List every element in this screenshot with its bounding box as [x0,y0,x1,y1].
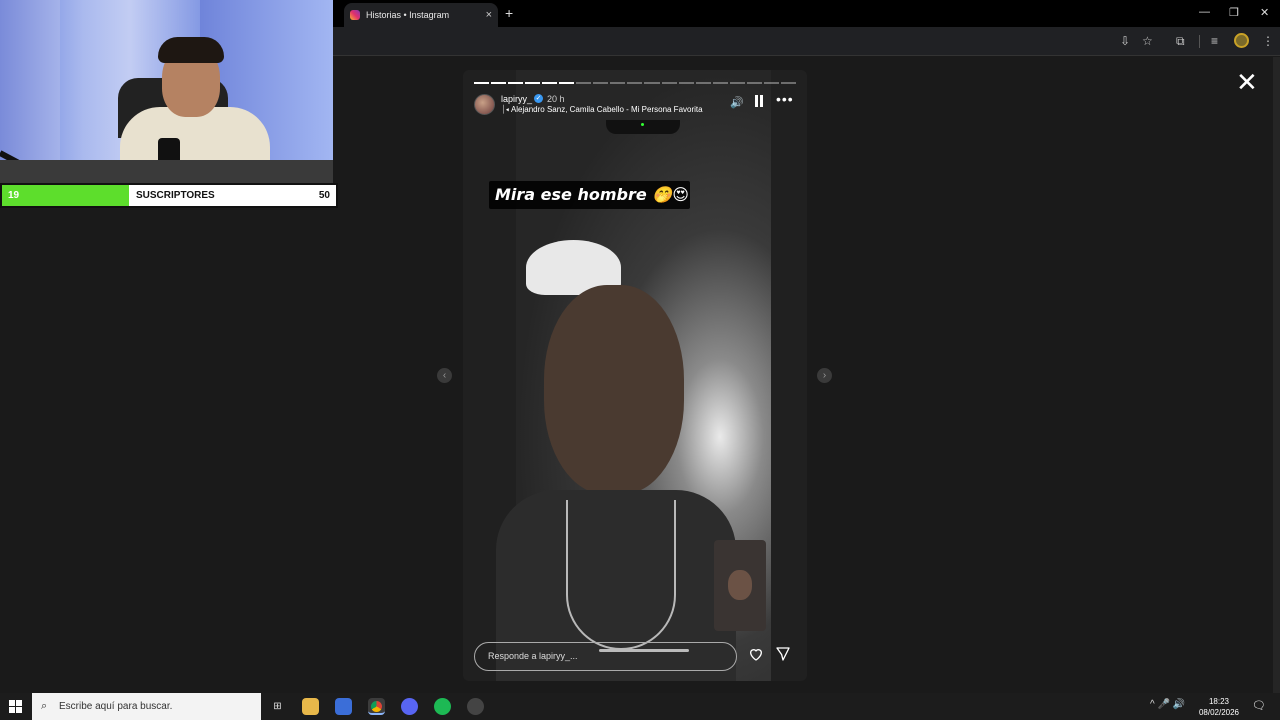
media-control-icon[interactable]: ≡ [1211,34,1218,48]
pause-icon[interactable] [754,95,764,107]
toolbar-divider [1199,35,1200,48]
profile-avatar[interactable] [1234,33,1249,48]
taskbar-clock[interactable]: 18:23 08/02/2026 [1196,696,1242,718]
webcam-overlay [0,0,333,183]
story-music-info[interactable]: ⏐◂ Alejandro Sanz, Camila Cabello - Mi P… [501,105,703,115]
tab-close-icon[interactable]: × [486,9,492,21]
system-tray[interactable]: ^ 🎤 🔊 [1150,699,1185,710]
bookmark-star-icon[interactable]: ☆ [1142,34,1153,48]
music-icon: ⏐◂ [501,105,510,114]
story-viewer: lapiryy_ ✓ 20 h ⏐◂ Alejandro Sanz, Camil… [463,70,807,681]
music-separator: - [623,105,631,114]
story-progress-segment [644,82,660,84]
story-progress-segment [678,82,694,84]
task-view-icon[interactable]: ⊞ [269,698,286,715]
video-chain [566,500,676,650]
story-progress-segment [661,82,677,84]
subscriber-goal-bar: 19 SUSCRIPTORES 50 [0,183,338,208]
chrome-icon[interactable] [368,698,385,715]
story-progress-segment [746,82,762,84]
page-scrollbar[interactable] [1273,57,1280,693]
store-icon[interactable] [335,698,352,715]
minimize-button[interactable]: — [1199,6,1210,18]
subscriber-goal-fill [2,185,129,206]
phone-notch [606,120,680,134]
more-options-icon[interactable]: ••• [776,91,794,107]
video-face [544,285,684,495]
search-placeholder: Escribe aquí para buscar. [59,701,173,712]
story-progress-segment [712,82,728,84]
close-window-button[interactable]: ✕ [1260,6,1269,19]
story-progress-segment [610,82,626,84]
streamer-hair [158,37,224,63]
subs-current: 19 [8,190,20,201]
story-progress-segment [729,82,745,84]
restore-button[interactable]: ❐ [1229,6,1239,19]
story-progress-segment [576,82,592,84]
reply-scrub-bar [599,649,689,652]
new-tab-button[interactable]: + [505,5,513,21]
story-timestamp: 20 h [547,94,565,104]
instagram-favicon-icon [350,10,360,20]
volume-icon[interactable]: 🔊 [730,96,744,109]
taskbar-search-box[interactable]: ⌕ Escribe aquí para buscar. [32,693,261,720]
story-progress-segment [763,82,779,84]
close-story-icon[interactable]: ✕ [1236,69,1258,95]
clock-time: 18:23 [1208,697,1230,706]
notifications-icon[interactable]: 🗨 [1252,699,1266,712]
verified-badge-icon: ✓ [534,94,543,103]
story-progress-bar [474,82,796,84]
music-artists: Alejandro Sanz, Camila Cabello [510,105,624,114]
reply-input[interactable]: Responde a lapiryy_... [474,642,737,671]
story-username[interactable]: lapiryy_ [501,94,532,104]
clock-date: 08/02/2026 [1198,708,1240,717]
story-caption: Mira ese hombre 🤭😍 [489,181,690,209]
subs-goal: 50 [318,190,330,201]
story-progress-segment [491,82,507,84]
story-progress-segment [695,82,711,84]
story-progress-segment [525,82,541,84]
story-progress-segment [542,82,558,84]
story-progress-segment [559,82,575,84]
file-explorer-icon[interactable] [302,698,319,715]
story-progress-segment [593,82,609,84]
story-progress-segment [780,82,796,84]
search-icon: ⌕ [41,700,48,712]
story-progress-segment [627,82,643,84]
spotify-icon[interactable] [434,698,451,715]
video-call-pip [714,540,766,631]
subs-label: SUSCRIPTORES [136,190,215,201]
tab-title: Historias • Instagram [366,10,450,20]
discord-icon[interactable] [401,698,418,715]
chrome-menu-icon[interactable]: ⋮ [1262,34,1274,48]
windows-taskbar: ⌕ Escribe aquí para buscar. ⊞ ^ 🎤 🔊 18:2… [0,693,1280,720]
tab-instagram-stories[interactable]: Historias • Instagram × [344,3,498,27]
music-song: Mi Persona Favorita [631,105,703,114]
extensions-icon[interactable]: ⧉ [1176,34,1185,49]
story-header: lapiryy_ ✓ 20 h ⏐◂ Alejandro Sanz, Camil… [474,91,796,118]
story-progress-segment [508,82,524,84]
story-progress-segment [474,82,490,84]
heart-icon[interactable] [748,646,764,662]
webcam-desk [0,160,333,183]
windows-start-icon[interactable] [9,700,22,713]
prev-story-arrow-icon[interactable]: ‹ [437,368,452,383]
install-app-icon[interactable]: ⇩ [1120,34,1130,48]
send-icon[interactable] [775,646,791,662]
next-story-arrow-icon[interactable]: › [817,368,832,383]
story-avatar[interactable] [474,94,495,115]
obs-icon[interactable] [467,698,484,715]
